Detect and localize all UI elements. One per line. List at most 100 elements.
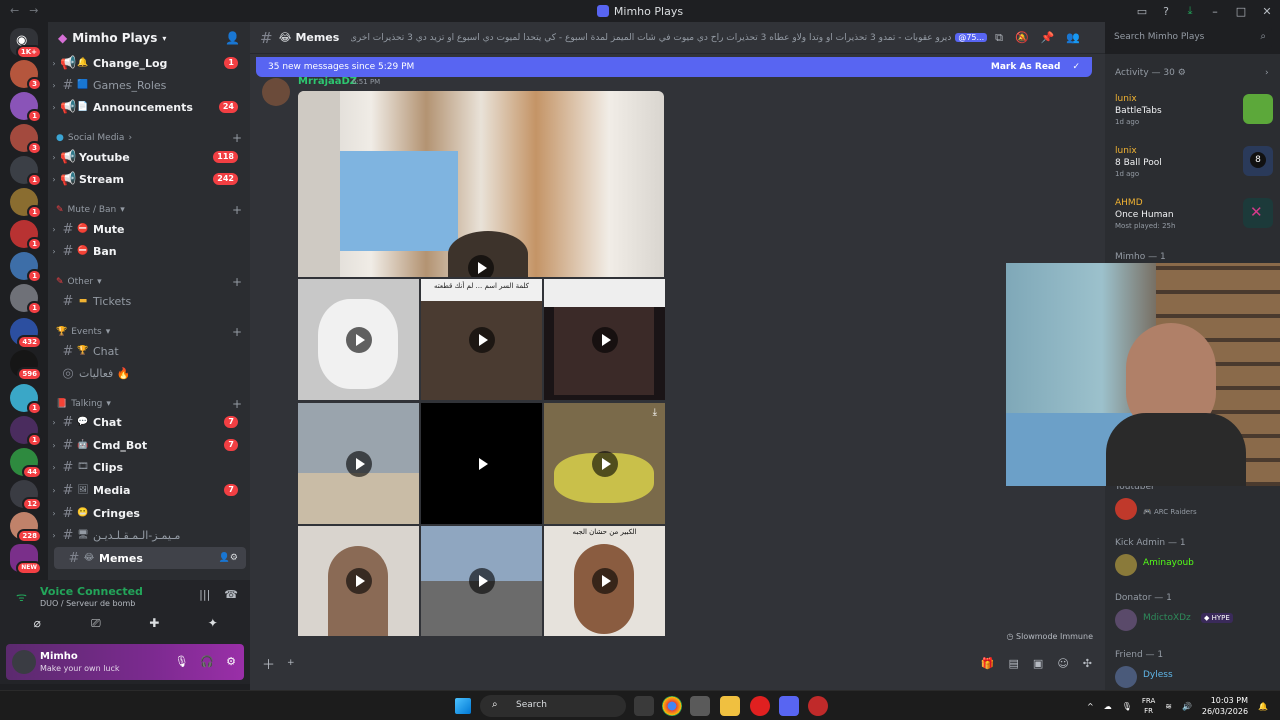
channel-mute[interactable]: › # ⛔ Mute	[48, 218, 250, 240]
play-icon[interactable]	[345, 568, 372, 594]
server-icon[interactable]: NEW	[10, 544, 42, 575]
app-launcher-icon[interactable]: +	[287, 658, 295, 668]
mark-as-read-button[interactable]: Mark As Read	[991, 62, 1061, 72]
microphone-icon[interactable]: 🎙	[1122, 702, 1132, 711]
nav-arrows[interactable]: ← →	[10, 4, 38, 17]
channel-games-roles[interactable]: › # 🟦 Games_Roles	[48, 74, 250, 96]
channel-events-activities[interactable]: ◎ فعاليات 🔥	[48, 362, 250, 384]
opera-icon[interactable]	[750, 696, 770, 716]
forward-icon[interactable]: →	[29, 4, 38, 17]
server-icon[interactable]: 228	[10, 512, 42, 543]
server-icon[interactable]: 1	[10, 188, 42, 219]
play-icon[interactable]	[468, 450, 495, 477]
member-item[interactable]: Dyless	[1115, 666, 1275, 690]
category-social-media[interactable]: ● Social Media › +	[56, 130, 242, 146]
server-icon[interactable]: 1	[10, 416, 42, 447]
chevron-right-icon[interactable]: ›	[1265, 68, 1269, 78]
windows-start-icon[interactable]	[455, 698, 471, 714]
message-input[interactable]: ＋ + 🎁 ▤ ▣ ☺ ✣	[262, 652, 1092, 674]
channel-clips[interactable]: › # 🎞 Clips	[48, 456, 250, 478]
server-icon[interactable]: 3	[10, 124, 42, 155]
add-attachment-icon[interactable]: ＋	[262, 654, 275, 673]
voice-status[interactable]: Voice Connected	[40, 585, 143, 598]
gif-icon[interactable]: ▤	[1009, 657, 1019, 670]
gift-icon[interactable]: 🎁	[981, 657, 995, 670]
video-attachment[interactable]	[421, 403, 542, 524]
chrome-icon[interactable]	[662, 696, 682, 716]
activities-icon[interactable]: ✚	[129, 616, 179, 636]
pin-icon[interactable]: 📌	[1041, 31, 1055, 45]
file-explorer-icon[interactable]	[720, 696, 740, 716]
minimize-button[interactable]: –	[1202, 5, 1228, 18]
notification-icon[interactable]: 🔔	[1258, 702, 1268, 711]
new-messages-bar[interactable]: 35 new messages since 5:29 PM Mark As Re…	[256, 57, 1092, 77]
username[interactable]: Mimho	[40, 651, 78, 662]
mute-icon[interactable]: 🔕	[1015, 31, 1029, 45]
member-list-icon[interactable]: 👥	[1066, 31, 1080, 45]
video-attachment[interactable]	[544, 279, 665, 400]
gear-icon[interactable]: ⚙	[1178, 68, 1186, 78]
channel-cmd-bot[interactable]: › # 🤖 Cmd_Bot 7	[48, 434, 250, 456]
play-icon[interactable]	[591, 568, 618, 594]
avatar[interactable]	[12, 650, 36, 674]
avatar[interactable]	[262, 78, 290, 106]
add-channel-icon[interactable]: +	[232, 131, 242, 145]
channel-stream[interactable]: › 📢 Stream 242	[48, 168, 250, 190]
server-icon[interactable]: 1	[10, 384, 42, 415]
video-attachment[interactable]: الكبير من حشان الجبه	[544, 526, 665, 636]
add-channel-icon[interactable]: +	[232, 325, 242, 339]
screen-share-icon[interactable]: ⎚	[71, 616, 121, 636]
server-icon[interactable]: 1	[10, 284, 42, 315]
play-icon[interactable]	[468, 255, 494, 277]
play-icon[interactable]	[591, 326, 618, 353]
category-other[interactable]: ✎ Other ▾ +	[56, 274, 242, 290]
channel-settings-icon[interactable]: 👤⚙	[219, 553, 238, 563]
channel-topic[interactable]: ديرو عقوبات - تمدو 3 تحذيرات او وتدا ولا…	[351, 33, 951, 43]
invite-icon[interactable]: 👤	[225, 31, 240, 45]
member-item[interactable]: MdictoXDz ◆ HYPE	[1115, 609, 1280, 633]
cloud-icon[interactable]: ☁	[1104, 702, 1112, 711]
channel-change-log[interactable]: › 📢 🔔 Change_Log 1	[48, 52, 250, 74]
video-attachment[interactable]	[298, 279, 419, 400]
sticker-icon[interactable]: ▣	[1033, 657, 1043, 670]
server-icon[interactable]: 3	[10, 60, 42, 91]
wifi-icon[interactable]: ≋	[1165, 702, 1172, 711]
member-item[interactable]: Aminayoub	[1115, 554, 1275, 578]
server-icon[interactable]: 12	[10, 480, 42, 511]
add-channel-icon[interactable]: +	[232, 203, 242, 217]
video-attachment[interactable]: كلمة السر اسم ... لم أنك قطعته	[421, 279, 542, 400]
discord-icon[interactable]	[779, 696, 799, 716]
video-attachment[interactable]	[298, 526, 419, 636]
channel-memes[interactable]: # 😂 Memes 👤⚙	[54, 547, 246, 569]
channel-tickets[interactable]: # ▬ Tickets	[48, 290, 250, 312]
server-icon[interactable]: 44	[10, 448, 42, 479]
member-item[interactable]: 🎮 ARC Raiders	[1115, 498, 1275, 522]
activity-header[interactable]: Activity — 30 ⚙ ›	[1115, 68, 1269, 78]
play-icon[interactable]	[591, 450, 618, 477]
channel-arabic-memes[interactable]: › # 🖥 مـيمـز-الـمـقـلـديـن	[48, 524, 250, 546]
message-author[interactable]: MrrajaaDZ	[298, 76, 357, 87]
volume-icon[interactable]: 🔊	[1182, 702, 1192, 711]
server-icon[interactable]: 432	[10, 318, 42, 349]
snipping-tool-icon[interactable]	[690, 696, 710, 716]
close-button[interactable]: ✕	[1254, 5, 1280, 18]
activity-item[interactable]: lunix 8 Ball Pool 1d ago 8	[1115, 146, 1275, 192]
task-view-icon[interactable]	[634, 696, 654, 716]
category-events[interactable]: 🏆 Events ▾ +	[56, 324, 242, 340]
server-icon[interactable]: 1	[10, 220, 42, 251]
video-attachment[interactable]	[298, 91, 664, 277]
clock[interactable]: 10:03 PM 26/03/2026	[1202, 695, 1248, 717]
channel-chat[interactable]: › # 💬 Chat 7	[48, 411, 250, 433]
server-icon[interactable]: 1	[10, 252, 42, 283]
search-input[interactable]: Search Mimho Plays ⌕	[1108, 27, 1272, 49]
apps-icon[interactable]: ✣	[1083, 657, 1092, 670]
help-icon[interactable]: ?	[1154, 5, 1178, 18]
maximize-button[interactable]: □	[1228, 5, 1254, 18]
category-talking[interactable]: 📕 Talking ▾ +	[56, 396, 242, 412]
headphones-icon[interactable]: 🎧	[200, 655, 214, 668]
play-icon[interactable]	[345, 326, 372, 353]
channel-events-chat[interactable]: # 🏆 Chat	[48, 340, 250, 362]
direct-messages-button[interactable]: ◉ 1K+	[10, 28, 42, 59]
gear-icon[interactable]: ⚙	[226, 655, 236, 668]
download-icon[interactable]: ⤓	[653, 407, 657, 418]
